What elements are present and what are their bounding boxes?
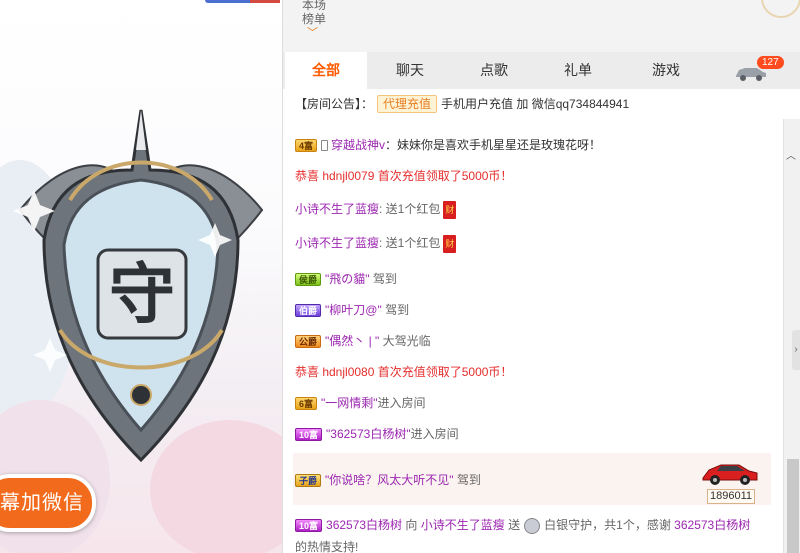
message-text: 送 (508, 518, 521, 532)
red-packet-icon[interactable]: 财 (443, 235, 457, 253)
tab-games[interactable]: 游戏 (621, 52, 711, 89)
entrance-message: 公爵 "偶然丶 | " 大驾光临 (295, 333, 431, 349)
chat-message: 4富 穿越战神v：妹妹你是喜欢手机星星还是玫瑰花呀！ (295, 137, 601, 153)
noble-rank-badge: 子爵 (295, 474, 322, 488)
chevron-up-icon[interactable]: ︿ (786, 147, 796, 162)
username[interactable]: "飛の貓" (325, 272, 370, 286)
chat-panel: 本场榜单 ﹀ 全部 聊天 点歌 礼单 游戏 127 【房间公告】： 代理充值 手机用… (282, 0, 800, 553)
chat-tabs: 全部 聊天 点歌 礼单 游戏 (283, 52, 800, 89)
username[interactable]: 362573白杨树 (674, 518, 750, 532)
gift-message: 小诗不生了蓝瘦: 送1个红包财 (295, 201, 457, 219)
gift-message: 小诗不生了蓝瘦: 送1个红包财 (295, 235, 457, 253)
ranking-strip: 本场榜单 ﹀ (283, 0, 800, 52)
vehicle-number: 1896011 (707, 489, 756, 504)
target-username[interactable]: 小诗不生了蓝瘦 (421, 518, 505, 532)
system-message: 恭喜 hdnjl0080 首次充值领取了5000币！ (295, 365, 513, 379)
red-packet-icon[interactable]: 财 (443, 201, 457, 219)
entrance-message: 6富 "一网情剩"进入房间 (295, 395, 426, 411)
ranking-toggle[interactable]: 本场榜单 (299, 0, 329, 26)
silver-guard-icon (524, 517, 541, 534)
entrance-message: 伯爵 "柳叶刀@" 驾到 (295, 302, 409, 318)
tab-chat[interactable]: 聊天 (369, 52, 451, 89)
wealth-level-badge: 6富 (295, 397, 318, 411)
message-text: 驾到 (456, 473, 481, 487)
noble-rank-badge: 伯爵 (295, 304, 322, 318)
wealth-level-badge: 10富 (295, 519, 323, 533)
sports-car-icon (702, 464, 758, 485)
noble-rank-badge: 公爵 (295, 335, 322, 349)
sender-username[interactable]: 362573白杨树 (326, 518, 402, 532)
username[interactable]: "偶然丶 | " (325, 334, 379, 348)
username[interactable]: 小诗不生了蓝瘦 (295, 202, 379, 216)
entrance-message: 侯爵 "飛の貓" 驾到 (295, 271, 397, 287)
username[interactable]: 小诗不生了蓝瘦 (295, 236, 379, 250)
system-message: 恭喜 hdnjl0079 首次充值领取了5000币！ (295, 169, 513, 183)
avatar-frame (761, 0, 800, 18)
username[interactable]: "一网情剩" (321, 396, 378, 410)
message-text: 的热情支持! (295, 540, 359, 553)
username[interactable]: "362573白杨树" (326, 427, 411, 441)
gift-message: 10富 362573白杨树 向 小诗不生了蓝瘦 送白银守护，共1个，感谢 3625… (295, 517, 750, 534)
vehicle-count-badge: 127 (757, 56, 784, 69)
message-text: 白银守护，共1个，感谢 (544, 518, 671, 532)
emblem-character: 守 (109, 255, 175, 333)
message-text: 进入房间 (410, 427, 459, 441)
add-wechat-button[interactable]: 幕加微信 (0, 474, 96, 532)
message-text: 进入房间 (377, 396, 426, 410)
wealth-level-badge: 10富 (295, 428, 323, 442)
mobile-icon (321, 140, 329, 152)
username[interactable]: "你说啥？风太大听不见" (325, 473, 454, 487)
chevron-down-icon[interactable]: ﹀ (307, 24, 318, 40)
chat-message-list[interactable]: 4富 穿越战神v：妹妹你是喜欢手机星星还是玫瑰花呀！ 恭喜 hdnjl0079 首… (283, 119, 783, 553)
scrollbar-thumb[interactable] (787, 459, 799, 553)
tab-song-request[interactable]: 点歌 (453, 52, 535, 89)
message-text: 大驾光临 (382, 334, 431, 348)
tab-all[interactable]: 全部 (285, 52, 367, 89)
room-notice: 【房间公告】： 代理充值 手机用户充值 加 微信qq734844941 (283, 89, 800, 119)
message-text: 驾到 (372, 272, 397, 286)
agent-recharge-tag[interactable]: 代理充值 (377, 95, 438, 113)
notice-text: 手机用户充值 加 微信qq734844941 (441, 97, 630, 111)
message-text: 向 (405, 518, 418, 532)
username[interactable]: 穿越战神v (331, 138, 385, 152)
message-text: ：妹妹你是喜欢手机星星还是玫瑰花呀！ (385, 138, 602, 152)
entrance-message: 10富 "362573白杨树"进入房间 (295, 426, 459, 442)
wealth-level-badge: 4富 (295, 139, 318, 153)
tab-gift-list[interactable]: 礼单 (537, 52, 619, 89)
message-text: 驾到 (385, 303, 410, 317)
app-root: 守 幕加微信 本场榜单 ﹀ 全部 聊天 点歌 礼单 游戏 127 【房间公告】：… (0, 0, 800, 553)
message-text: : 送1个红包 (379, 236, 441, 251)
message-text: : 送1个红包 (379, 202, 441, 217)
notice-prefix: 【房间公告】： (295, 97, 374, 111)
username[interactable]: "柳叶刀@" (325, 303, 382, 317)
noble-rank-badge: 侯爵 (295, 273, 322, 287)
live-stream-video[interactable]: 守 幕加微信 (0, 0, 282, 553)
vip-entrance-message: 子爵 "你说啥？风太大听不见" 驾到 (295, 472, 481, 488)
panel-collapse-handle[interactable]: › (792, 330, 800, 370)
